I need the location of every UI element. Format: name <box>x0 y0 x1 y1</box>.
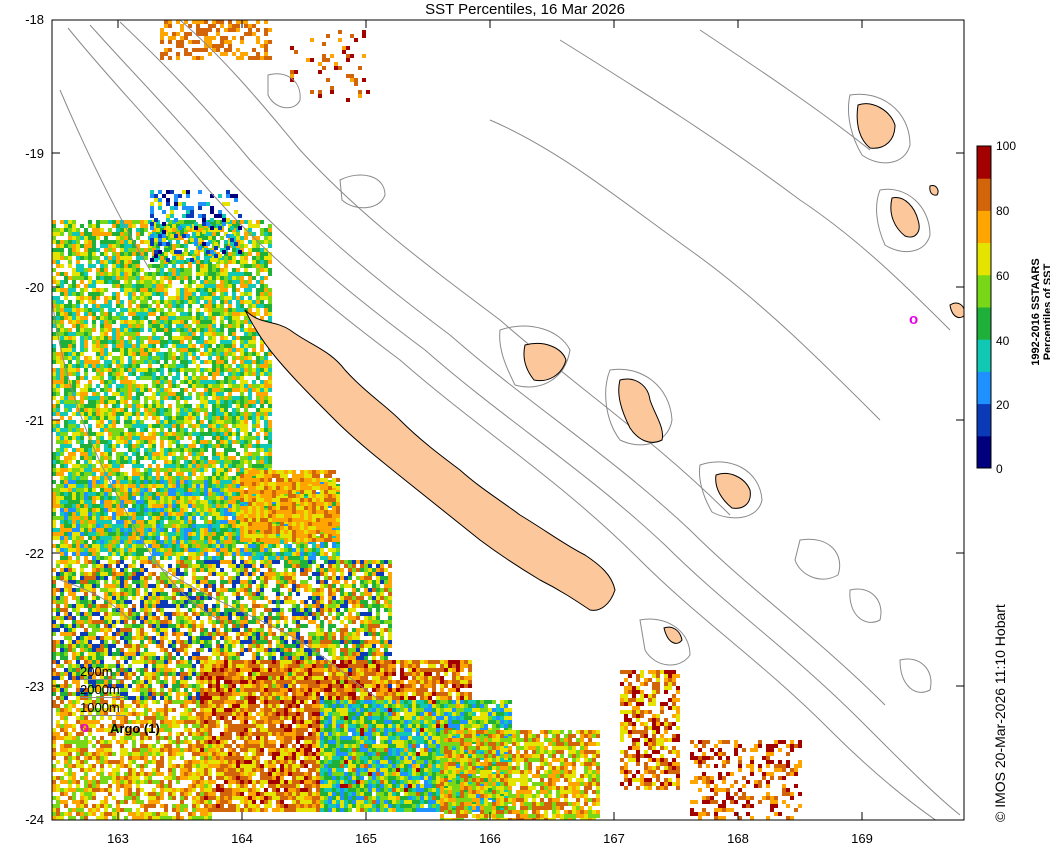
map-figure: SST Percentiles, 16 Mar 2026 -18 -19 -20… <box>0 0 1050 855</box>
colorbar-segment <box>977 178 991 211</box>
colorbar-segment <box>977 435 991 469</box>
colorbar-tick-label: 20 <box>996 398 1010 412</box>
colorbar-segment <box>977 210 991 244</box>
argo-marker-icon: o <box>80 719 90 736</box>
y-tick-label: -20 <box>25 280 44 295</box>
legend-label: 200m <box>80 664 113 679</box>
colorbar-tick-label: 60 <box>996 269 1010 283</box>
y-tick-label: -19 <box>25 146 44 161</box>
x-tick-label: 166 <box>479 831 501 846</box>
x-tick-label: 168 <box>727 831 749 846</box>
x-tick-label: 163 <box>107 831 129 846</box>
legend-item-200m: 200m <box>80 664 126 680</box>
colorbar <box>976 145 992 469</box>
y-tick-label: -18 <box>25 12 44 27</box>
legend-line-swatch <box>80 679 126 680</box>
legend-item-2000m: 2000m <box>80 682 126 698</box>
colorbar-tick-label: 0 <box>996 462 1003 476</box>
colorbar-segment <box>977 307 991 340</box>
colorbar-tick-label: 100 <box>996 139 1017 153</box>
y-tick-label: -24 <box>25 812 44 827</box>
colorbar-tick-label: 40 <box>996 334 1010 348</box>
colorbar-tick-label: 80 <box>996 204 1010 218</box>
colorbar-segment <box>977 274 991 308</box>
y-tick-label: -22 <box>25 546 44 561</box>
credit-text: © IMOS 20-Mar-2026 11:10 Hobart <box>992 604 1008 822</box>
legend-label: 1000m <box>80 700 120 715</box>
legend-item-1000m: 1000m <box>80 700 126 716</box>
colorbar-segment <box>977 371 991 405</box>
colorbar-title-line2: Percentiles of SST <box>1042 263 1050 361</box>
colorbar-segment <box>977 242 991 276</box>
colorbar-title-line1: 1992-2016 SSTAARS <box>1030 258 1042 366</box>
sst-percentile-pixels <box>52 20 802 820</box>
y-tick-label: -21 <box>25 413 44 428</box>
x-tick-label: 165 <box>355 831 377 846</box>
y-tick-label: -23 <box>25 679 44 694</box>
argo-legend-label: Argo (1) <box>110 721 160 736</box>
x-tick-label: 164 <box>231 831 253 846</box>
x-tick-label: 169 <box>851 831 873 846</box>
x-tick-label: 167 <box>603 831 625 846</box>
colorbar-segment <box>977 146 991 179</box>
colorbar-segment <box>977 403 991 437</box>
legend-line-swatch <box>80 715 126 716</box>
colorbar-segment <box>977 339 991 372</box>
legend-line-swatch <box>80 697 126 698</box>
argo-float-marker-icon: o <box>909 311 919 328</box>
legend-label: 2000m <box>80 682 120 697</box>
